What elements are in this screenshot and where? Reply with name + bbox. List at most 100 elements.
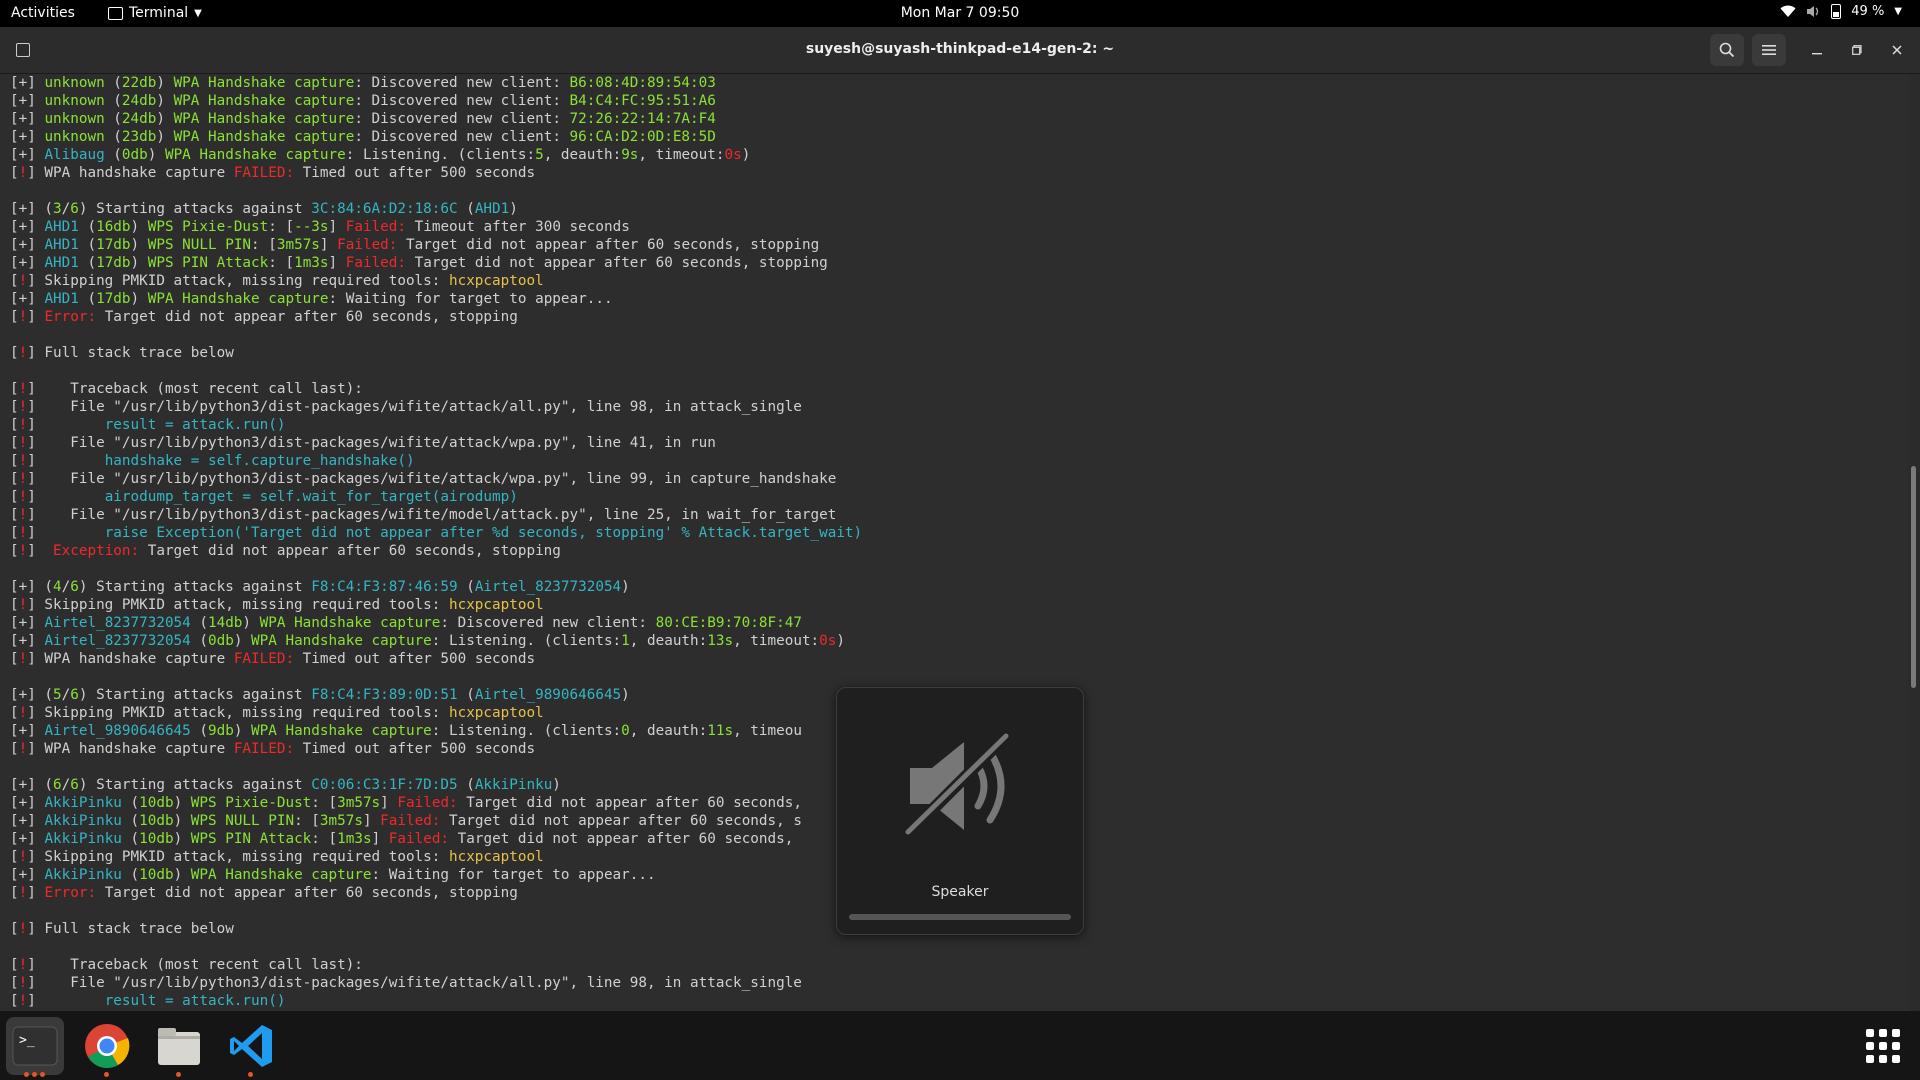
dock-item-chrome[interactable]	[78, 1017, 136, 1077]
terminal-text: !	[18, 165, 28, 181]
terminal-text: Target did not appear after 60 seconds,	[457, 795, 802, 811]
terminal-text: [	[10, 399, 19, 415]
terminal-line: [!] File "/usr/lib/python3/dist-packages…	[10, 434, 1908, 452]
terminal-line: [+] AHD1 (17db) WPA Handshake capture: W…	[10, 290, 1908, 308]
terminal-text: !	[18, 741, 28, 757]
terminal-text: !	[18, 885, 28, 901]
svg-text:>_: >_	[19, 1033, 35, 1048]
terminal-line: [!] File "/usr/lib/python3/dist-packages…	[10, 398, 1908, 416]
activities-button[interactable]: Activities	[11, 5, 75, 21]
terminal-text: ]	[27, 525, 105, 541]
terminal-text: , timeou	[733, 723, 802, 739]
terminal-line: [+] AHD1 (17db) WPS PIN Attack: [1m3s] F…	[10, 254, 1908, 272]
terminal-text: [+]	[10, 795, 45, 811]
close-button[interactable]	[1880, 34, 1914, 66]
terminal-text: ]	[319, 237, 338, 253]
terminal-text: unknown	[44, 111, 105, 127]
dock-item-vscode[interactable]	[222, 1017, 280, 1077]
terminal-text: [+]	[10, 291, 45, 307]
terminal-line: [!] Traceback (most recent call last):	[10, 956, 1908, 974]
terminal-text: [	[10, 489, 19, 505]
terminal-line: [+] AHD1 (17db) WPS NULL PIN: [3m57s] Fa…	[10, 236, 1908, 254]
terminal-text: !	[18, 705, 28, 721]
terminal-text: 1	[621, 633, 630, 649]
dock-item-files[interactable]	[150, 1017, 208, 1077]
terminal-text: (	[457, 579, 475, 595]
terminal-text: ]	[27, 417, 105, 433]
terminal-text: , timeout:	[638, 147, 725, 163]
app-grid-icon[interactable]	[1866, 1029, 1900, 1063]
system-status-menu[interactable]: 49 % ▼	[1780, 4, 1902, 19]
terminal-text: AkkiPinku	[474, 777, 553, 793]
terminal-text: )	[173, 813, 191, 829]
terminal-text: [	[10, 345, 19, 361]
app-menu[interactable]: Terminal ▼	[108, 5, 202, 21]
terminal-scrollbar[interactable]	[1911, 466, 1916, 688]
terminal-line: [!] result = attack.run()	[10, 416, 1908, 434]
maximize-button[interactable]	[1840, 34, 1874, 66]
terminal-text: ]	[27, 309, 45, 325]
terminal-text: 72:26:22:14:7A:F4	[569, 111, 716, 127]
running-dot	[40, 1072, 45, 1077]
volume-icon	[1807, 6, 1819, 17]
terminal-text: (	[190, 723, 208, 739]
terminal-text: FAILED:	[233, 741, 295, 757]
terminal-text: [	[10, 597, 19, 613]
terminal-text: : Discovered new client:	[354, 93, 570, 109]
minimize-button[interactable]	[1800, 34, 1834, 66]
terminal-text: )	[156, 111, 174, 127]
menu-button[interactable]	[1752, 34, 1786, 66]
terminal-text: !	[18, 273, 28, 289]
terminal-text: : Discovered new client:	[354, 111, 570, 127]
terminal-text: (	[121, 795, 140, 811]
terminal-text: F8:C4:F3:89:0D:51	[311, 687, 458, 703]
terminal-text: [+]	[10, 75, 45, 91]
terminal-text: !	[18, 597, 28, 613]
terminal-text: 6	[53, 777, 62, 793]
terminal-text: ) Starting attacks against	[78, 579, 312, 595]
search-button[interactable]	[1710, 34, 1744, 66]
caret-down-icon: ▼	[1894, 6, 1902, 17]
dock-item-terminal[interactable]: >_	[6, 1017, 64, 1077]
terminal-text: 6	[70, 687, 79, 703]
terminal-text: WPA Handshake capture	[164, 147, 346, 163]
terminal-text: 3C:84:6A:D2:18:6C	[311, 201, 458, 217]
terminal-text: 0db	[121, 147, 148, 163]
terminal-text: : Waiting for target to appear...	[371, 867, 656, 883]
terminal-line: [!] Skipping PMKID attack, missing requi…	[10, 272, 1908, 290]
terminal-text: [	[10, 543, 19, 559]
terminal-text: /	[61, 777, 71, 793]
terminal-text: : Discovered new client:	[354, 75, 570, 91]
terminal-text: 6	[70, 201, 79, 217]
terminal-text: 10db	[139, 867, 174, 883]
speaker-muted-icon	[902, 729, 1013, 841]
terminal-text: [+] (	[10, 687, 54, 703]
terminal-text: ] Full stack trace below	[27, 921, 234, 937]
terminal-line: [!] raise Exception('Target did not appe…	[10, 524, 1908, 542]
terminal-text: [	[10, 471, 19, 487]
terminal-text: [+]	[10, 813, 45, 829]
terminal-text: [	[10, 165, 19, 181]
terminal-text: unknown	[44, 75, 105, 91]
clock[interactable]: Mon Mar 7 09:50	[901, 5, 1020, 21]
terminal-text: )	[741, 147, 751, 163]
terminal-text: hcxpcaptool	[448, 597, 544, 613]
terminal-text: hcxpcaptool	[448, 849, 544, 865]
terminal-text: !	[18, 453, 28, 469]
terminal-text: [+]	[10, 633, 45, 649]
terminal-text: )	[621, 687, 630, 703]
terminal-text: (	[190, 633, 208, 649]
terminal-text: !	[18, 543, 28, 559]
terminal-text: , deauth:	[629, 633, 708, 649]
terminal-text: 6	[70, 777, 79, 793]
terminal-text: !	[18, 309, 28, 325]
terminal-text: B6:08:4D:89:54:03	[569, 75, 716, 91]
terminal-text: 6	[70, 579, 79, 595]
terminal-text: 17db	[96, 255, 131, 271]
terminal-text: /	[61, 687, 71, 703]
terminal-text: Airtel_8237732054	[44, 615, 191, 631]
terminal-text: 5	[53, 687, 62, 703]
terminal-text: ] Skipping PMKID attack, missing require…	[27, 849, 449, 865]
terminal-text: ) Starting attacks against	[78, 687, 312, 703]
terminal-text: AHD1	[44, 237, 79, 253]
